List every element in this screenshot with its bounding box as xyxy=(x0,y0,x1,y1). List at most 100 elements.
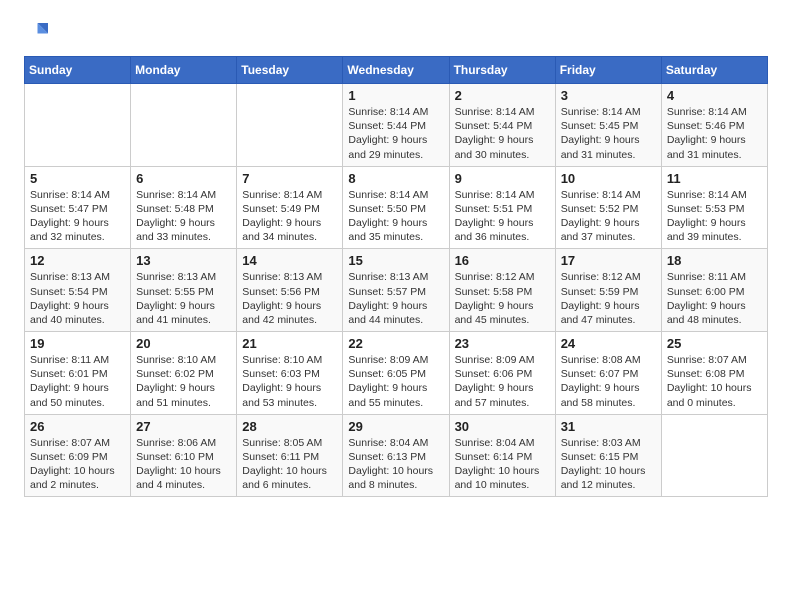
day-number: 5 xyxy=(30,171,125,186)
calendar-cell: 18 Sunrise: 8:11 AM Sunset: 6:00 PM Dayli… xyxy=(661,249,767,332)
day-number: 28 xyxy=(242,419,337,434)
day-number: 18 xyxy=(667,253,762,268)
calendar-cell: 2 Sunrise: 8:14 AM Sunset: 5:44 PM Daylig… xyxy=(449,84,555,167)
calendar-cell: 21 Sunrise: 8:10 AM Sunset: 6:03 PM Dayli… xyxy=(237,332,343,415)
calendar-cell: 11 Sunrise: 8:14 AM Sunset: 5:53 PM Dayli… xyxy=(661,166,767,249)
day-info: Sunrise: 8:14 AM Sunset: 5:52 PM Dayligh… xyxy=(561,188,656,245)
day-number: 27 xyxy=(136,419,231,434)
calendar-cell: 23 Sunrise: 8:09 AM Sunset: 6:06 PM Dayli… xyxy=(449,332,555,415)
day-number: 8 xyxy=(348,171,443,186)
day-info: Sunrise: 8:14 AM Sunset: 5:47 PM Dayligh… xyxy=(30,188,125,245)
calendar-cell: 3 Sunrise: 8:14 AM Sunset: 5:45 PM Daylig… xyxy=(555,84,661,167)
day-number: 26 xyxy=(30,419,125,434)
day-number: 2 xyxy=(455,88,550,103)
day-info: Sunrise: 8:14 AM Sunset: 5:44 PM Dayligh… xyxy=(455,105,550,162)
day-info: Sunrise: 8:10 AM Sunset: 6:03 PM Dayligh… xyxy=(242,353,337,410)
day-number: 15 xyxy=(348,253,443,268)
calendar-cell: 12 Sunrise: 8:13 AM Sunset: 5:54 PM Dayli… xyxy=(25,249,131,332)
day-number: 12 xyxy=(30,253,125,268)
day-number: 1 xyxy=(348,88,443,103)
day-number: 29 xyxy=(348,419,443,434)
calendar-cell xyxy=(131,84,237,167)
calendar-cell: 6 Sunrise: 8:14 AM Sunset: 5:48 PM Daylig… xyxy=(131,166,237,249)
calendar-cell: 30 Sunrise: 8:04 AM Sunset: 6:14 PM Dayli… xyxy=(449,414,555,497)
day-number: 24 xyxy=(561,336,656,351)
calendar-cell: 19 Sunrise: 8:11 AM Sunset: 6:01 PM Dayli… xyxy=(25,332,131,415)
day-number: 21 xyxy=(242,336,337,351)
day-number: 23 xyxy=(455,336,550,351)
weekday-header-sunday: Sunday xyxy=(25,57,131,84)
day-info: Sunrise: 8:04 AM Sunset: 6:14 PM Dayligh… xyxy=(455,436,550,493)
weekday-header-monday: Monday xyxy=(131,57,237,84)
day-info: Sunrise: 8:14 AM Sunset: 5:49 PM Dayligh… xyxy=(242,188,337,245)
calendar-cell: 31 Sunrise: 8:03 AM Sunset: 6:15 PM Dayli… xyxy=(555,414,661,497)
day-info: Sunrise: 8:13 AM Sunset: 5:56 PM Dayligh… xyxy=(242,270,337,327)
day-info: Sunrise: 8:14 AM Sunset: 5:46 PM Dayligh… xyxy=(667,105,762,162)
calendar-cell: 15Sunrise: 8:13 AM Sunset: 5:57 PM Dayli… xyxy=(343,249,449,332)
day-info: Sunrise: 8:09 AM Sunset: 6:05 PM Dayligh… xyxy=(348,353,443,410)
day-info: Sunrise: 8:14 AM Sunset: 5:44 PM Dayligh… xyxy=(348,105,443,162)
calendar-table: SundayMondayTuesdayWednesdayThursdayFrid… xyxy=(24,56,768,497)
calendar-cell: 28 Sunrise: 8:05 AM Sunset: 6:11 PM Dayli… xyxy=(237,414,343,497)
day-number: 7 xyxy=(242,171,337,186)
calendar-cell: 24Sunrise: 8:08 AM Sunset: 6:07 PM Dayli… xyxy=(555,332,661,415)
day-info: Sunrise: 8:03 AM Sunset: 6:15 PM Dayligh… xyxy=(561,436,656,493)
logo-icon xyxy=(24,20,48,44)
day-number: 9 xyxy=(455,171,550,186)
day-info: Sunrise: 8:09 AM Sunset: 6:06 PM Dayligh… xyxy=(455,353,550,410)
day-info: Sunrise: 8:11 AM Sunset: 6:01 PM Dayligh… xyxy=(30,353,125,410)
calendar-cell: 13 Sunrise: 8:13 AM Sunset: 5:55 PM Dayli… xyxy=(131,249,237,332)
calendar-week-4: 19 Sunrise: 8:11 AM Sunset: 6:01 PM Dayli… xyxy=(25,332,768,415)
day-info: Sunrise: 8:14 AM Sunset: 5:50 PM Dayligh… xyxy=(348,188,443,245)
calendar-cell: 14 Sunrise: 8:13 AM Sunset: 5:56 PM Dayli… xyxy=(237,249,343,332)
calendar-week-1: 1 Sunrise: 8:14 AM Sunset: 5:44 PM Daylig… xyxy=(25,84,768,167)
calendar-cell: 8 Sunrise: 8:14 AM Sunset: 5:50 PM Daylig… xyxy=(343,166,449,249)
day-info: Sunrise: 8:10 AM Sunset: 6:02 PM Dayligh… xyxy=(136,353,231,410)
day-number: 11 xyxy=(667,171,762,186)
day-info: Sunrise: 8:12 AM Sunset: 5:59 PM Dayligh… xyxy=(561,270,656,327)
day-info: Sunrise: 8:04 AM Sunset: 6:13 PM Dayligh… xyxy=(348,436,443,493)
calendar-cell: 10 Sunrise: 8:14 AM Sunset: 5:52 PM Dayli… xyxy=(555,166,661,249)
day-number: 31 xyxy=(561,419,656,434)
day-number: 22 xyxy=(348,336,443,351)
day-info: Sunrise: 8:05 AM Sunset: 6:11 PM Dayligh… xyxy=(242,436,337,493)
page-header xyxy=(24,20,768,44)
calendar-cell: 20Sunrise: 8:10 AM Sunset: 6:02 PM Dayli… xyxy=(131,332,237,415)
day-info: Sunrise: 8:07 AM Sunset: 6:08 PM Dayligh… xyxy=(667,353,762,410)
day-info: Sunrise: 8:13 AM Sunset: 5:54 PM Dayligh… xyxy=(30,270,125,327)
calendar-week-3: 12 Sunrise: 8:13 AM Sunset: 5:54 PM Dayli… xyxy=(25,249,768,332)
day-info: Sunrise: 8:13 AM Sunset: 5:55 PM Dayligh… xyxy=(136,270,231,327)
day-info: Sunrise: 8:14 AM Sunset: 5:53 PM Dayligh… xyxy=(667,188,762,245)
calendar-cell: 25 Sunrise: 8:07 AM Sunset: 6:08 PM Dayli… xyxy=(661,332,767,415)
calendar-cell: 7 Sunrise: 8:14 AM Sunset: 5:49 PM Daylig… xyxy=(237,166,343,249)
calendar-cell: 17Sunrise: 8:12 AM Sunset: 5:59 PM Dayli… xyxy=(555,249,661,332)
day-number: 10 xyxy=(561,171,656,186)
weekday-header-saturday: Saturday xyxy=(661,57,767,84)
calendar-cell: 26Sunrise: 8:07 AM Sunset: 6:09 PM Dayli… xyxy=(25,414,131,497)
calendar-cell xyxy=(661,414,767,497)
calendar-cell: 22 Sunrise: 8:09 AM Sunset: 6:05 PM Dayli… xyxy=(343,332,449,415)
day-number: 25 xyxy=(667,336,762,351)
weekday-header-thursday: Thursday xyxy=(449,57,555,84)
weekday-header-friday: Friday xyxy=(555,57,661,84)
day-number: 6 xyxy=(136,171,231,186)
day-number: 30 xyxy=(455,419,550,434)
weekday-header-wednesday: Wednesday xyxy=(343,57,449,84)
day-number: 14 xyxy=(242,253,337,268)
day-number: 13 xyxy=(136,253,231,268)
calendar-week-5: 26Sunrise: 8:07 AM Sunset: 6:09 PM Dayli… xyxy=(25,414,768,497)
day-info: Sunrise: 8:14 AM Sunset: 5:48 PM Dayligh… xyxy=(136,188,231,245)
calendar-cell: 29 Sunrise: 8:04 AM Sunset: 6:13 PM Dayli… xyxy=(343,414,449,497)
calendar-cell: 16 Sunrise: 8:12 AM Sunset: 5:58 PM Dayli… xyxy=(449,249,555,332)
day-number: 3 xyxy=(561,88,656,103)
day-info: Sunrise: 8:11 AM Sunset: 6:00 PM Dayligh… xyxy=(667,270,762,327)
day-info: Sunrise: 8:06 AM Sunset: 6:10 PM Dayligh… xyxy=(136,436,231,493)
calendar-cell: 5 Sunrise: 8:14 AM Sunset: 5:47 PM Daylig… xyxy=(25,166,131,249)
day-number: 19 xyxy=(30,336,125,351)
calendar-week-2: 5 Sunrise: 8:14 AM Sunset: 5:47 PM Daylig… xyxy=(25,166,768,249)
calendar-cell xyxy=(237,84,343,167)
day-info: Sunrise: 8:12 AM Sunset: 5:58 PM Dayligh… xyxy=(455,270,550,327)
day-info: Sunrise: 8:14 AM Sunset: 5:45 PM Dayligh… xyxy=(561,105,656,162)
day-number: 16 xyxy=(455,253,550,268)
logo xyxy=(24,20,52,44)
